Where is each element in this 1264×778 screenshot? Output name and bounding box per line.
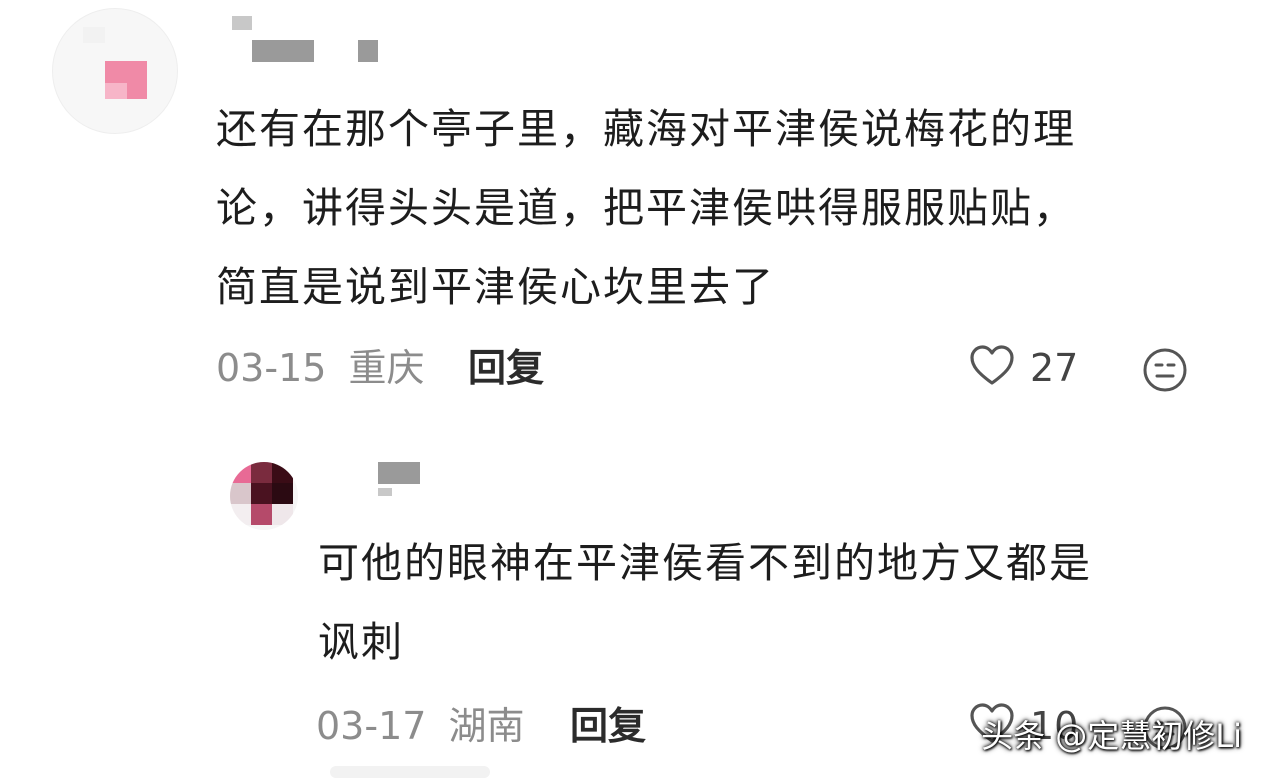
- reply-button[interactable]: 回复: [570, 704, 646, 748]
- reply-line: 讽刺: [318, 618, 404, 666]
- reply-location: 湖南: [448, 704, 525, 748]
- avatar-pixel: [83, 27, 105, 43]
- comment-body: 还有在那个亭子里，藏海对平津侯说梅花的理 论，讲得头头是道，把平津侯哄得服服贴贴…: [216, 90, 1226, 327]
- reply-meta: 03-17 湖南: [316, 704, 525, 748]
- reply-date: 03-17: [316, 704, 427, 748]
- username-blurred[interactable]: [252, 40, 314, 62]
- reply-body: 可他的眼神在平津侯看不到的地方又都是 讽刺: [318, 524, 1218, 682]
- avatar-pixel: [272, 483, 293, 504]
- like-count: 27: [1030, 346, 1079, 390]
- avatar-pixel: [230, 462, 251, 483]
- comment-meta: 03-15 重庆: [216, 346, 425, 390]
- avatar-pixel: [230, 483, 251, 504]
- username-blurred: [378, 488, 392, 496]
- heart-outline-icon: [968, 342, 1016, 394]
- avatar-pixel: [251, 504, 272, 525]
- emoji-face-icon[interactable]: [1141, 346, 1189, 398]
- avatar-pixel: [272, 462, 293, 483]
- avatar-pixel: [105, 83, 127, 99]
- avatar-pixel: [272, 504, 293, 525]
- avatar-pixel: [230, 504, 251, 525]
- comment-location: 重庆: [348, 346, 425, 390]
- username-blurred[interactable]: [378, 462, 420, 484]
- watermark: 头条 @定慧初修Li: [981, 717, 1242, 755]
- next-item-hint: [330, 766, 490, 778]
- commenter-avatar[interactable]: [52, 8, 178, 134]
- reply-line: 可他的眼神在平津侯看不到的地方又都是: [318, 539, 1092, 587]
- username-blurred[interactable]: [232, 16, 252, 30]
- comment-line: 论，讲得头头是道，把平津侯哄得服服贴贴，: [216, 184, 1076, 232]
- comment-line: 简直是说到平津侯心坎里去了: [216, 263, 775, 311]
- comment-date: 03-15: [216, 346, 327, 390]
- username-blurred: [358, 40, 378, 62]
- comment-line: 还有在那个亭子里，藏海对平津侯说梅花的理: [216, 105, 1076, 153]
- replier-avatar[interactable]: [230, 462, 298, 530]
- avatar-pixel: [251, 462, 272, 483]
- reply-button[interactable]: 回复: [468, 346, 544, 390]
- avatar-pixel: [251, 483, 272, 504]
- like-button[interactable]: 27: [968, 342, 1078, 394]
